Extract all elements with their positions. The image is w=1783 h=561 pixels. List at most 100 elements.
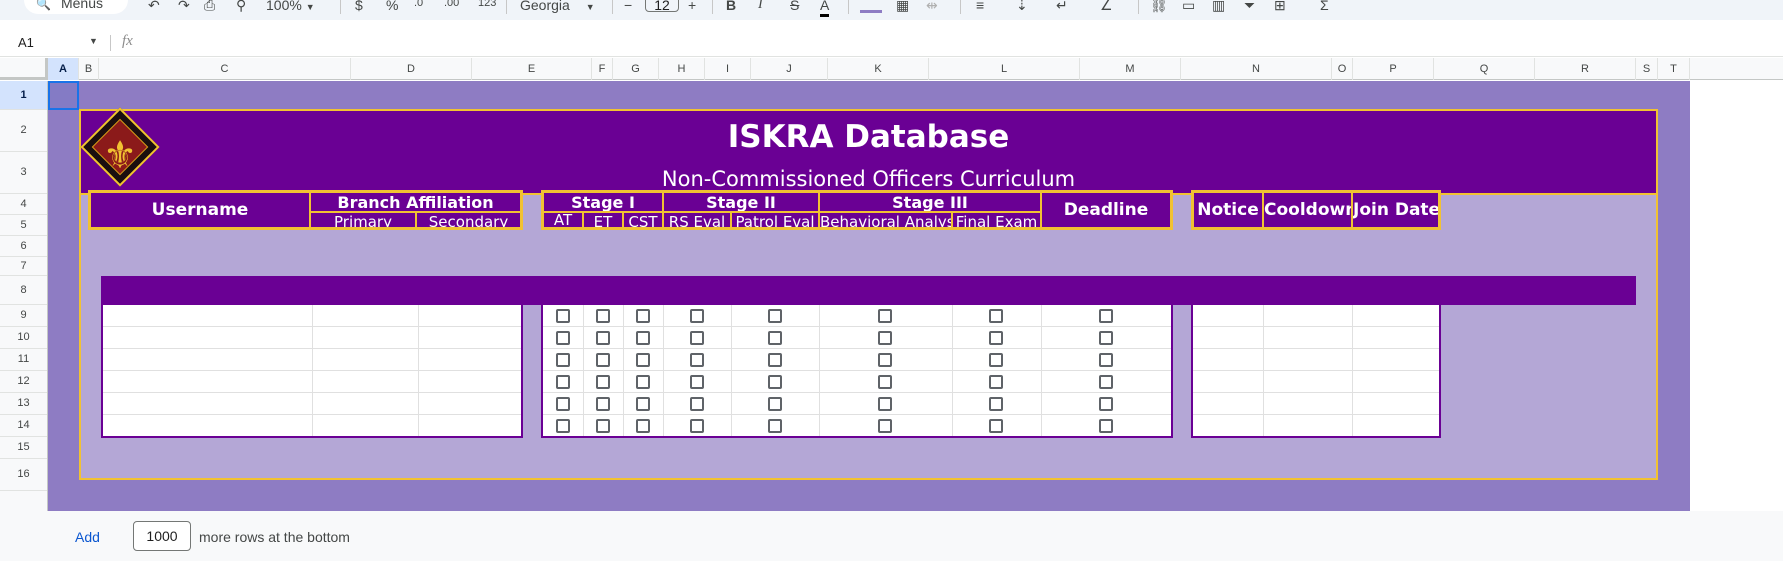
row-header-13[interactable]: 13 xyxy=(0,393,47,415)
checkbox-at[interactable] xyxy=(556,331,570,345)
row-header-11[interactable]: 11 xyxy=(0,349,47,371)
name-box[interactable]: A1 xyxy=(18,35,34,50)
checkbox-final-exam[interactable] xyxy=(989,397,1003,411)
checkbox-final-exam[interactable] xyxy=(989,309,1003,323)
checkbox-behavioral-analyst[interactable] xyxy=(878,353,892,367)
italic-button[interactable]: I xyxy=(758,0,763,13)
column-header-e[interactable]: E xyxy=(472,58,592,80)
checkbox-patrol-eval[interactable] xyxy=(768,419,782,433)
checkbox-at[interactable] xyxy=(556,419,570,433)
checkbox-patrol-eval[interactable] xyxy=(768,331,782,345)
number-format-button[interactable]: 123 xyxy=(478,0,496,9)
checkbox-deadline[interactable] xyxy=(1099,397,1113,411)
column-header-l[interactable]: L xyxy=(929,58,1080,80)
checkbox-deadline[interactable] xyxy=(1099,353,1113,367)
redo-icon[interactable]: ↷ xyxy=(178,0,190,14)
chart-icon[interactable]: ▥ xyxy=(1212,0,1225,14)
column-header-i[interactable]: I xyxy=(705,58,751,80)
column-header-b[interactable]: B xyxy=(79,58,99,80)
checkbox-behavioral-analyst[interactable] xyxy=(878,375,892,389)
undo-icon[interactable]: ↶ xyxy=(148,0,160,14)
checkbox-behavioral-analyst[interactable] xyxy=(878,397,892,411)
checkbox-deadline[interactable] xyxy=(1099,331,1113,345)
checkbox-cst[interactable] xyxy=(636,375,650,389)
text-wrap-icon[interactable]: ↵ xyxy=(1056,0,1068,14)
column-header-k[interactable]: K xyxy=(828,58,929,80)
font-size-input[interactable]: 12 xyxy=(645,0,679,13)
checkbox-rs-eval[interactable] xyxy=(690,331,704,345)
paint-format-icon[interactable]: ⚲ xyxy=(236,0,246,14)
checkbox-cst[interactable] xyxy=(636,353,650,367)
checkbox-final-exam[interactable] xyxy=(989,375,1003,389)
checkbox-cst[interactable] xyxy=(636,397,650,411)
data-table-status[interactable] xyxy=(1191,305,1441,438)
fill-color-icon[interactable] xyxy=(860,0,882,13)
row-header-14[interactable]: 14 xyxy=(0,415,47,437)
increase-decimal-button[interactable]: .00 xyxy=(444,0,459,9)
row-header-8[interactable]: 8 xyxy=(0,276,47,305)
increase-font-size-button[interactable]: + xyxy=(688,0,696,13)
column-header-n[interactable]: N xyxy=(1181,58,1332,80)
checkbox-patrol-eval[interactable] xyxy=(768,353,782,367)
column-header-d[interactable]: D xyxy=(351,58,472,80)
row-header-15[interactable]: 15 xyxy=(0,437,47,459)
checkbox-behavioral-analyst[interactable] xyxy=(878,309,892,323)
decrease-decimal-button[interactable]: .0 xyxy=(414,0,423,9)
checkbox-cst[interactable] xyxy=(636,309,650,323)
menus-search[interactable]: 🔍 Menus xyxy=(24,0,128,14)
text-rotation-icon[interactable]: ∠ xyxy=(1100,0,1113,14)
row-header-9[interactable]: 9 xyxy=(0,305,47,327)
currency-format-button[interactable]: $ xyxy=(355,0,363,13)
checkbox-patrol-eval[interactable] xyxy=(768,397,782,411)
selected-cell-a1[interactable] xyxy=(48,81,79,110)
decrease-font-size-button[interactable]: − xyxy=(624,0,632,13)
checkbox-behavioral-analyst[interactable] xyxy=(878,331,892,345)
column-header-o[interactable]: O xyxy=(1332,58,1353,80)
checkbox-at[interactable] xyxy=(556,309,570,323)
select-all-corner[interactable] xyxy=(0,58,48,80)
table-icon[interactable]: ⊞ xyxy=(1274,0,1286,14)
checkbox-rs-eval[interactable] xyxy=(690,419,704,433)
checkbox-et[interactable] xyxy=(596,309,610,323)
row-header-7[interactable]: 7 xyxy=(0,257,47,276)
checkbox-rs-eval[interactable] xyxy=(690,397,704,411)
column-header-g[interactable]: G xyxy=(613,58,659,80)
sheet-grid[interactable]: ISKRA Database Non-Commissioned Officers… xyxy=(48,81,1783,511)
data-table-identity[interactable] xyxy=(101,305,523,438)
column-header-a[interactable]: A xyxy=(48,58,79,80)
checkbox-patrol-eval[interactable] xyxy=(768,375,782,389)
column-header-t[interactable]: T xyxy=(1658,58,1690,80)
row-header-1[interactable]: 1 xyxy=(0,81,47,110)
checkbox-at[interactable] xyxy=(556,353,570,367)
row-header-2[interactable]: 2 xyxy=(0,110,47,152)
percent-format-button[interactable]: % xyxy=(386,0,398,13)
merge-cells-icon[interactable]: ⇹ xyxy=(926,0,938,14)
checkbox-rs-eval[interactable] xyxy=(690,309,704,323)
row-header-3[interactable]: 3 xyxy=(0,152,47,194)
column-header-m[interactable]: M xyxy=(1080,58,1181,80)
column-header-c[interactable]: C xyxy=(99,58,351,80)
row-header-12[interactable]: 12 xyxy=(0,371,47,393)
checkbox-at[interactable] xyxy=(556,375,570,389)
data-table-stages[interactable] xyxy=(541,305,1173,438)
link-icon[interactable]: ⛓ xyxy=(1150,0,1168,14)
checkbox-deadline[interactable] xyxy=(1099,309,1113,323)
checkbox-patrol-eval[interactable] xyxy=(768,309,782,323)
checkbox-et[interactable] xyxy=(596,375,610,389)
column-header-s[interactable]: S xyxy=(1636,58,1658,80)
print-icon[interactable]: ⎙ xyxy=(204,0,215,14)
filter-icon[interactable]: ⏷ xyxy=(1244,0,1255,14)
vertical-align-icon[interactable]: ⇣ xyxy=(1016,0,1028,14)
chevron-down-icon[interactable]: ▼ xyxy=(89,36,98,46)
comment-icon[interactable]: ▭ xyxy=(1182,0,1195,14)
font-select[interactable]: Georgia ▼ xyxy=(520,0,595,13)
horizontal-align-icon[interactable]: ≡ xyxy=(976,0,984,13)
column-header-p[interactable]: P xyxy=(1353,58,1434,80)
checkbox-cst[interactable] xyxy=(636,331,650,345)
text-color-button[interactable]: A xyxy=(820,0,830,17)
checkbox-et[interactable] xyxy=(596,397,610,411)
checkbox-rs-eval[interactable] xyxy=(690,353,704,367)
zoom-select[interactable]: 100% ▼ xyxy=(266,0,315,13)
column-header-h[interactable]: H xyxy=(659,58,705,80)
column-header-f[interactable]: F xyxy=(592,58,613,80)
